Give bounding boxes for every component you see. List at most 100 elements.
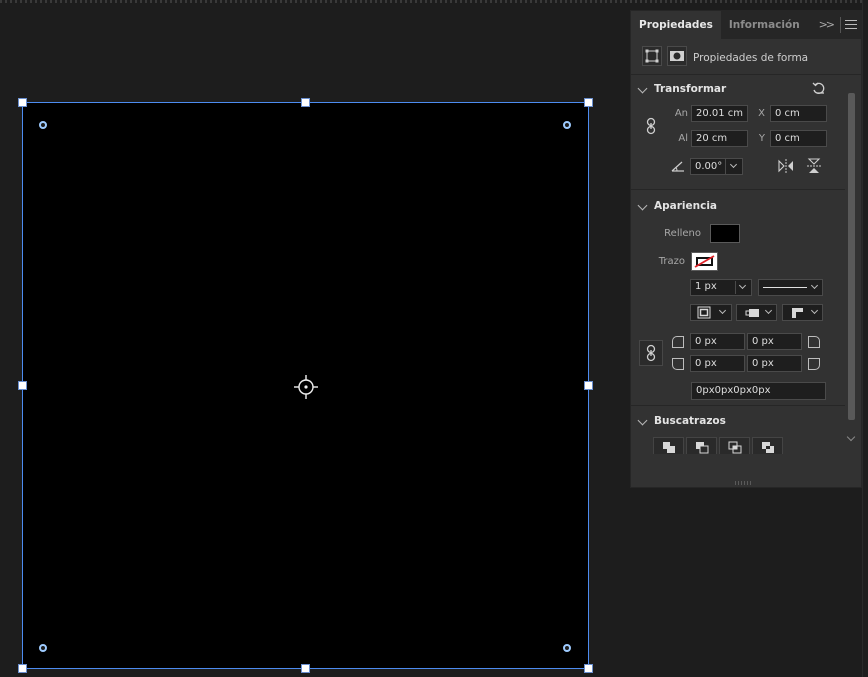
resize-handle-bottom-right[interactable] [584, 664, 593, 673]
corner-bottom-left-input[interactable]: 0 px [690, 355, 745, 372]
no-stroke-icon [694, 255, 715, 268]
corner-radius-control-top-left[interactable] [39, 121, 47, 129]
properties-panel: Propiedades Información >> Propiedades d… [630, 10, 862, 488]
stroke-label: Trazo [658, 256, 685, 267]
panel-resize-grip[interactable] [735, 481, 753, 485]
stroke-width-value: 1 px [695, 281, 717, 292]
reset-transform-icon[interactable] [811, 81, 827, 97]
resize-handle-top[interactable] [301, 98, 310, 107]
section-divider [631, 405, 845, 406]
resize-handle-bottom[interactable] [301, 664, 310, 673]
pathfinder-section-header[interactable]: Buscatrazos [631, 411, 847, 433]
bounding-box-icon [645, 49, 659, 63]
resize-handle-bottom-left[interactable] [18, 664, 27, 673]
exclude-icon [762, 442, 774, 453]
transform-shape-button[interactable] [642, 46, 662, 66]
link-proportions-icon[interactable] [645, 117, 657, 135]
tab-properties[interactable]: Propiedades [631, 11, 721, 39]
resize-handle-top-right[interactable] [584, 98, 593, 107]
corner-top-right-icon [808, 336, 820, 348]
stroke-style-dropdown[interactable] [758, 279, 823, 296]
corner-radius-control-bottom-left[interactable] [39, 644, 47, 652]
intersect-button[interactable] [719, 437, 750, 454]
canvas-area[interactable] [0, 0, 630, 677]
center-point-crosshair-icon[interactable] [294, 375, 318, 399]
shape-properties-row: Propiedades de forma [631, 41, 861, 75]
shape-properties-label: Propiedades de forma [693, 52, 809, 64]
x-input[interactable]: 0 cm [770, 105, 827, 122]
scrollbar-thumb[interactable] [848, 93, 855, 420]
link-icon [646, 344, 656, 362]
angle-input[interactable]: 0.00° [690, 158, 726, 175]
transform-section-header[interactable]: Transformar [631, 79, 847, 101]
corner-bottom-left-icon [672, 358, 684, 370]
chevron-down-icon [637, 415, 648, 426]
right-edge-strip [862, 0, 868, 677]
stroke-join-icon [792, 308, 803, 318]
stroke-cap-dropdown[interactable] [736, 304, 777, 321]
corner-top-left-icon [672, 336, 684, 348]
width-input[interactable]: 20.01 cm [691, 105, 748, 122]
x-label: X [758, 108, 765, 119]
double-chevron-right-icon[interactable]: >> [819, 18, 836, 31]
corner-radius-control-bottom-right[interactable] [563, 644, 571, 652]
scroll-down-arrow-icon[interactable] [846, 432, 856, 442]
stroke-align-inside-icon [697, 306, 711, 319]
corners-combined-input[interactable]: 0px0px0px0px [691, 382, 826, 400]
stroke-cap-icon [745, 309, 759, 317]
mask-icon [670, 51, 684, 61]
resize-handle-left[interactable] [18, 381, 27, 390]
pathfinder-title: Buscatrazos [654, 415, 726, 427]
flip-vertical-icon[interactable] [806, 157, 822, 175]
intersect-icon [728, 441, 742, 454]
chevron-down-icon [810, 306, 819, 315]
transform-title: Transformar [654, 83, 727, 95]
resize-handle-right[interactable] [584, 381, 593, 390]
chevron-down-icon [718, 306, 727, 315]
appearance-section-header[interactable]: Apariencia [631, 196, 847, 218]
mask-shape-button[interactable] [667, 46, 687, 66]
section-divider [631, 189, 845, 190]
subtract-button[interactable] [686, 437, 717, 454]
subtract-icon [696, 442, 709, 454]
angle-dropdown[interactable] [725, 158, 743, 175]
stroke-color-swatch[interactable] [691, 252, 718, 271]
hamburger-menu-icon[interactable] [845, 20, 857, 30]
chevron-down-icon [729, 160, 738, 169]
tab-divider [840, 17, 841, 33]
ruler-dots [0, 0, 868, 3]
unite-button[interactable] [653, 437, 684, 454]
link-corners-button[interactable] [639, 340, 663, 366]
y-label: Y [758, 133, 765, 144]
flip-horizontal-icon[interactable] [777, 158, 795, 174]
dropdown-divider [735, 281, 736, 294]
appearance-title: Apariencia [654, 200, 718, 212]
y-input[interactable]: 0 cm [770, 130, 827, 147]
solid-line-icon [763, 287, 807, 288]
chevron-down-icon [738, 281, 747, 290]
tab-info[interactable]: Información [721, 11, 808, 39]
stroke-join-dropdown[interactable] [782, 304, 823, 321]
corner-bottom-right-input[interactable]: 0 px [747, 355, 802, 372]
height-input[interactable]: 20 cm [691, 130, 748, 147]
chevron-down-icon [637, 83, 648, 94]
chevron-down-icon [637, 200, 648, 211]
height-label: Al [678, 133, 688, 144]
fill-color-swatch[interactable] [710, 224, 740, 243]
corner-top-right-input[interactable]: 0 px [747, 333, 802, 350]
panel-tab-bar: Propiedades Información >> [631, 11, 861, 39]
corner-bottom-right-icon [808, 358, 820, 370]
chevron-down-icon [810, 281, 819, 290]
angle-icon [671, 161, 684, 172]
panel-scrollbar[interactable] [846, 88, 858, 446]
stroke-align-dropdown[interactable] [690, 304, 732, 321]
unite-icon [663, 442, 675, 453]
chevron-down-icon [764, 306, 773, 315]
corner-top-left-input[interactable]: 0 px [690, 333, 745, 350]
width-label: An [674, 108, 688, 119]
resize-handle-top-left[interactable] [18, 98, 27, 107]
exclude-button[interactable] [752, 437, 783, 454]
fill-label: Relleno [664, 228, 701, 239]
corner-radius-control-top-right[interactable] [563, 121, 571, 129]
stroke-width-dropdown[interactable]: 1 px [690, 279, 752, 296]
